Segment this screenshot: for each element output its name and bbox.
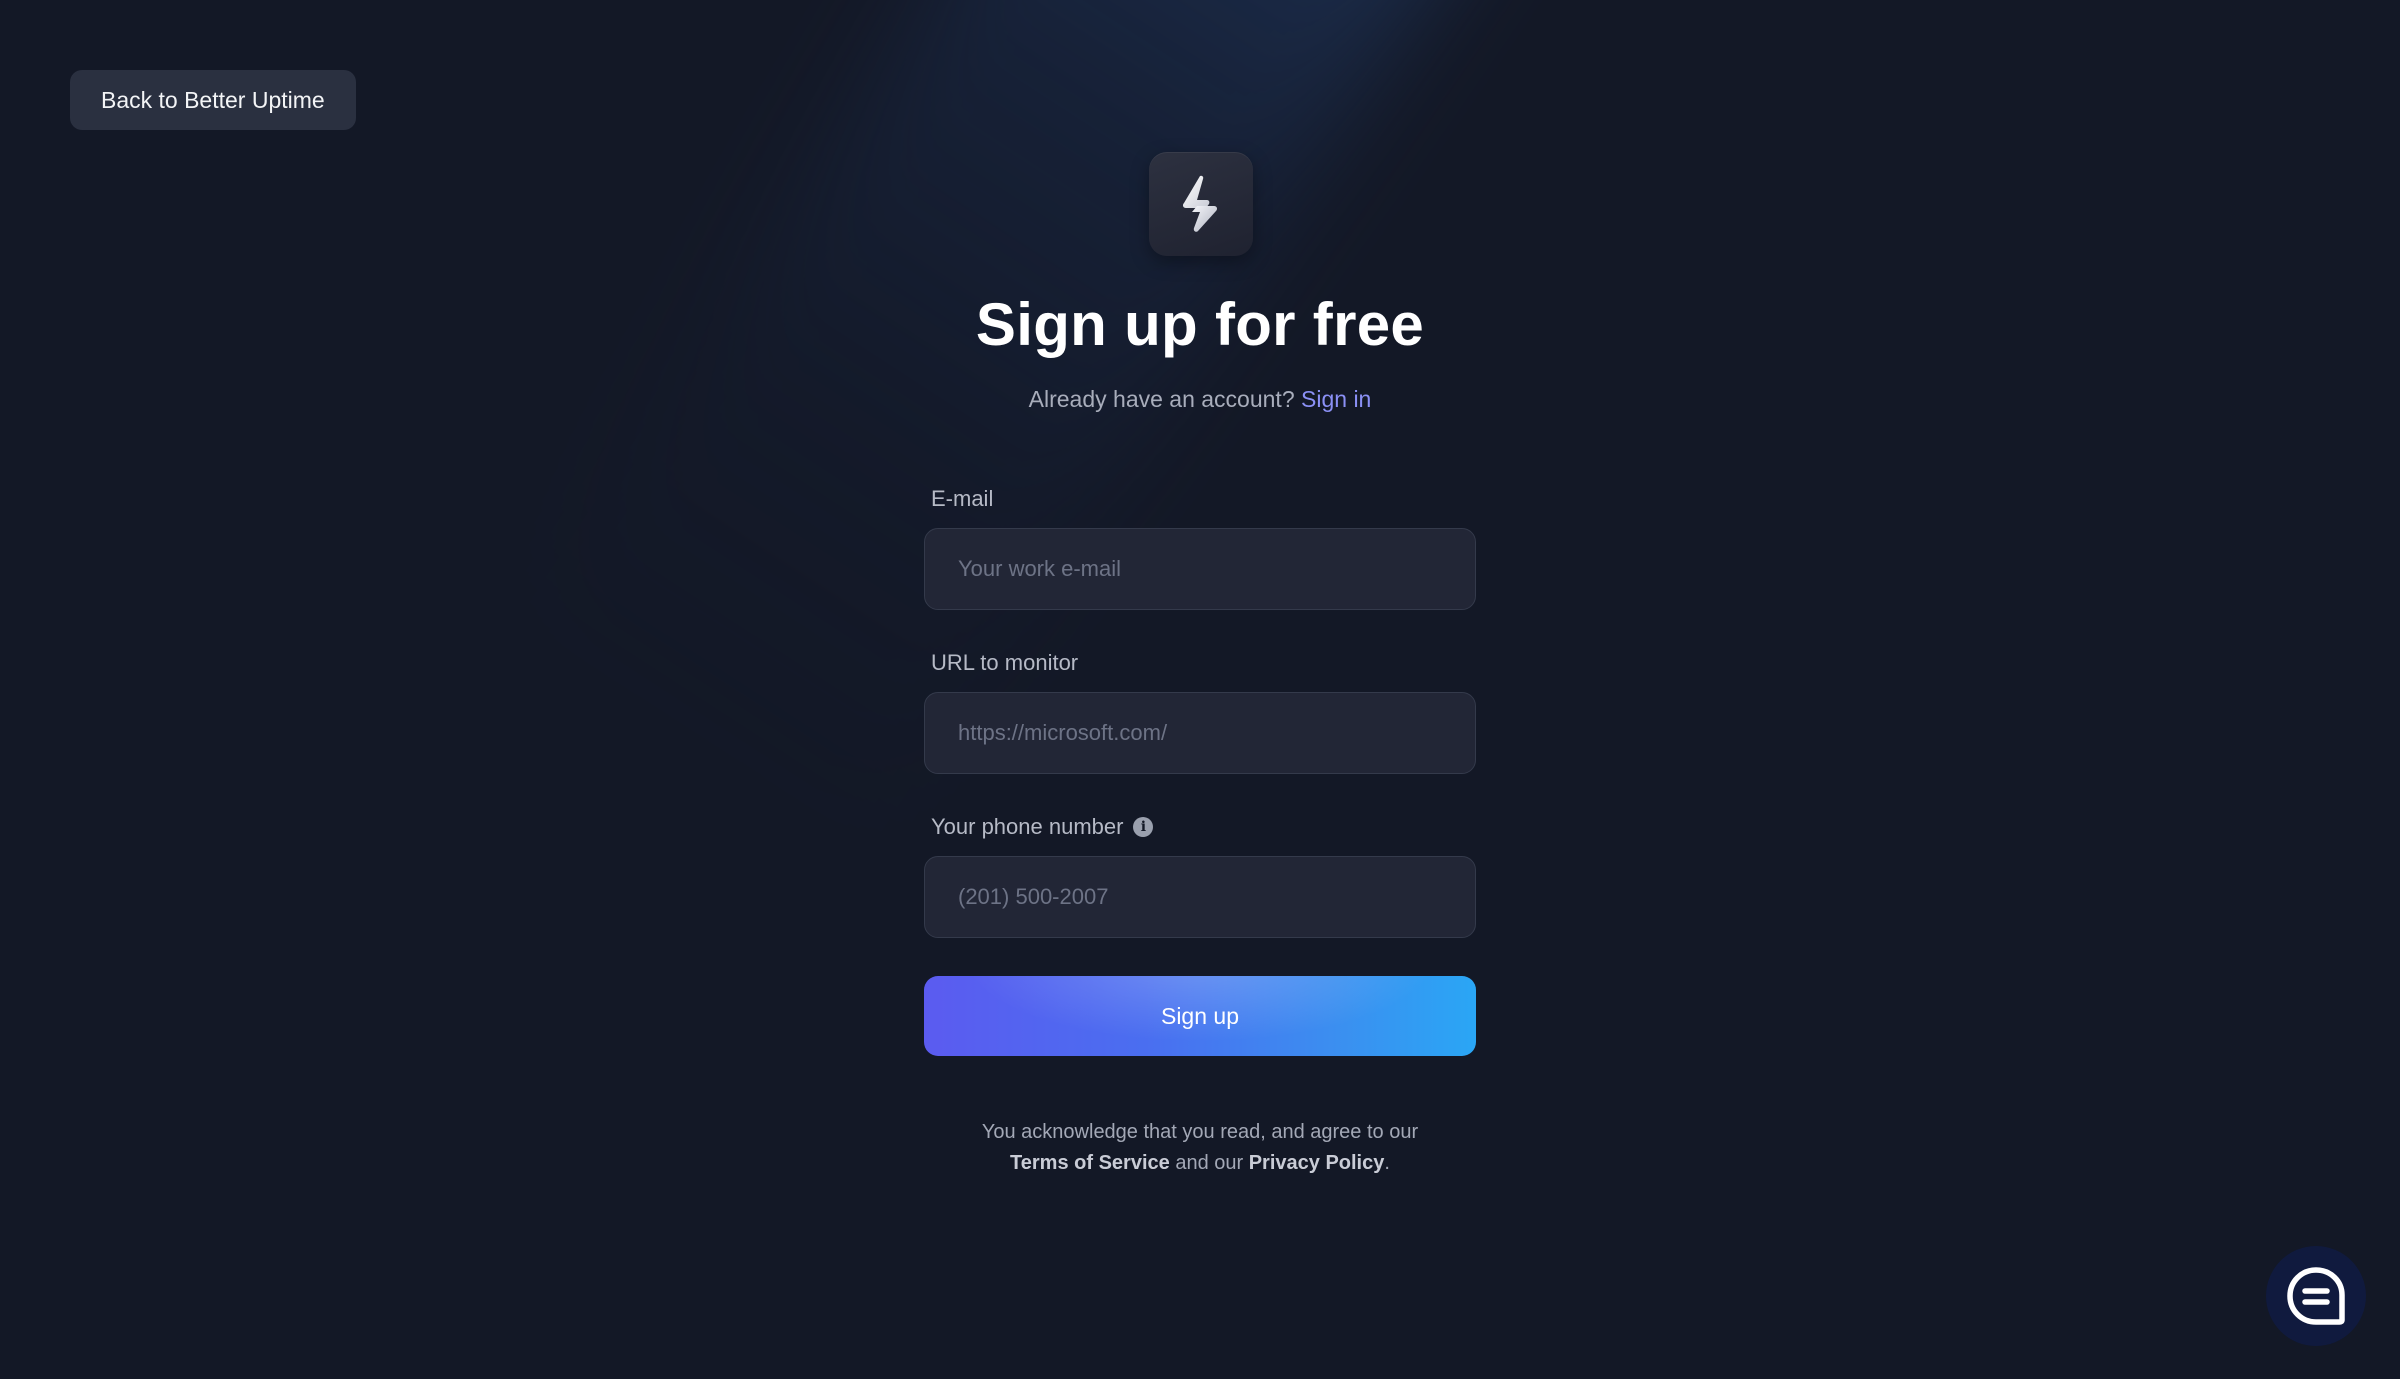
legal-notice: You acknowledge that you read, and agree…: [0, 1117, 2400, 1179]
phone-field-group: Your phone number i: [924, 812, 1476, 938]
back-to-site-button[interactable]: Back to Better Uptime: [70, 70, 356, 130]
email-label: E-mail: [931, 486, 994, 511]
back-button-label: Back to Better Uptime: [101, 86, 325, 113]
url-label: URL to monitor: [931, 650, 1079, 675]
page-title: Sign up for free: [975, 291, 1425, 358]
sign-up-button[interactable]: Sign up: [924, 976, 1476, 1056]
phone-label: Your phone number: [931, 814, 1124, 839]
have-account-text: Already have an account? Sign in: [0, 386, 2400, 413]
info-icon[interactable]: i: [1133, 817, 1154, 837]
sign-in-link[interactable]: Sign in: [1301, 386, 1371, 412]
chat-widget-button[interactable]: [2266, 1246, 2366, 1346]
url-input[interactable]: [924, 692, 1476, 774]
signup-form: E-mail URL to monitor Your phone number …: [924, 484, 1476, 1056]
terms-of-service-link[interactable]: Terms of Service: [1010, 1152, 1170, 1174]
legal-period: .: [1384, 1152, 1390, 1174]
have-account-label: Already have an account?: [1028, 386, 1302, 412]
chat-bubble-icon: [2287, 1267, 2345, 1325]
sign-up-button-label: Sign up: [1160, 1002, 1239, 1029]
phone-input[interactable]: [924, 856, 1476, 938]
legal-line-2: Terms of Service and our Privacy Policy.: [0, 1148, 2400, 1179]
legal-line-1: You acknowledge that you read, and agree…: [981, 1121, 1419, 1143]
phone-label-row: Your phone number i: [931, 812, 1476, 842]
logo: [1149, 152, 1253, 256]
lightning-bolt-icon: [1182, 175, 1218, 232]
privacy-policy-link[interactable]: Privacy Policy: [1249, 1152, 1385, 1174]
email-input[interactable]: [924, 528, 1476, 610]
email-field-group: E-mail: [924, 484, 1476, 610]
legal-and-our: and our: [1169, 1152, 1249, 1174]
url-field-group: URL to monitor: [924, 648, 1476, 774]
signup-page: Back to Better Uptime Sign up for free A…: [0, 0, 2400, 1379]
